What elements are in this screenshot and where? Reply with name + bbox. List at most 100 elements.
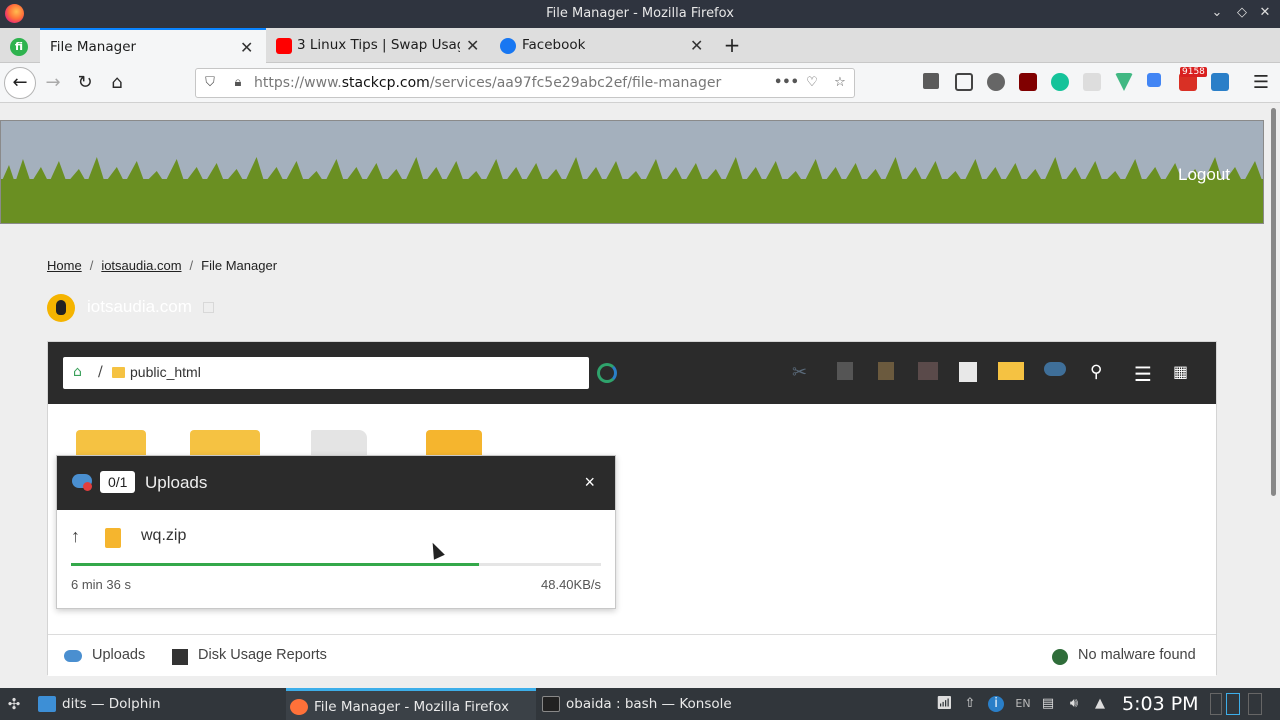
desktop-pager-3[interactable]	[1248, 693, 1262, 715]
scrollbar-thumb[interactable]	[1271, 108, 1276, 496]
reload-icon[interactable]: ↻	[73, 71, 97, 95]
breadcrumb-domain[interactable]: iotsaudia.com	[101, 258, 181, 273]
accessibility-icon[interactable]: i	[988, 696, 1004, 712]
folder-icon	[112, 367, 125, 378]
folder-item[interactable]	[76, 430, 146, 456]
page-actions-icon[interactable]: •••	[774, 75, 799, 90]
terminal-icon	[542, 696, 560, 712]
pocket-icon[interactable]: ♡	[803, 75, 821, 90]
uploads-popup-title: Uploads	[145, 473, 208, 492]
task-label: File Manager - Mozilla Firefox	[314, 699, 509, 715]
breadcrumb-current: File Manager	[201, 258, 278, 273]
extension-icon[interactable]	[1083, 73, 1101, 91]
upload-count-badge: 0/1	[100, 471, 136, 493]
home-folder-icon[interactable]: ⌂	[73, 365, 87, 379]
list-view-icon[interactable]: ☰	[1134, 362, 1156, 386]
path-bar[interactable]: ⌂ / public_html	[63, 357, 589, 389]
firefox-icon	[290, 699, 308, 715]
vue-devtools-icon[interactable]	[1115, 73, 1133, 91]
minimize-icon[interactable]: ⌄	[1208, 5, 1226, 20]
lock-icon[interactable]: 🔒︎	[229, 75, 247, 90]
new-folder-icon[interactable]	[998, 362, 1024, 380]
external-link-icon[interactable]	[203, 302, 214, 313]
updates-icon[interactable]: ⇧	[962, 696, 978, 712]
maximize-icon[interactable]: ◇	[1233, 5, 1251, 20]
task-konsole[interactable]: obaida : bash — Konsole	[538, 688, 788, 720]
tab-linux-tips[interactable]: 3 Linux Tips | Swap Usage ✕	[266, 28, 490, 63]
shield-icon[interactable]: ⛉	[201, 75, 219, 90]
desktop-pager-1[interactable]	[1210, 693, 1222, 715]
home-icon[interactable]: ⌂	[105, 71, 129, 95]
task-firefox[interactable]: File Manager - Mozilla Firefox	[286, 688, 536, 720]
file-item[interactable]	[311, 430, 367, 456]
uploads-link[interactable]: Uploads	[92, 647, 145, 663]
keyboard-layout[interactable]: EN	[1012, 696, 1034, 712]
header-banner: Logout	[0, 120, 1264, 224]
close-window-icon[interactable]: ✕	[1256, 5, 1274, 20]
close-tab-icon[interactable]: ✕	[240, 38, 253, 57]
volume-icon[interactable]: 🔊︎	[1066, 696, 1082, 712]
close-icon[interactable]: ×	[584, 472, 595, 493]
domain-title: iotsaudia.com	[87, 297, 192, 316]
wifi-icon[interactable]: 📶︎	[936, 696, 953, 712]
delete-icon[interactable]	[918, 362, 938, 380]
grid-view-icon[interactable]: ▦	[1173, 362, 1195, 382]
sync-icon[interactable]	[1211, 73, 1229, 91]
upload-cloud-icon[interactable]	[1044, 362, 1066, 376]
account-icon[interactable]	[987, 73, 1005, 91]
new-file-icon[interactable]	[959, 362, 977, 382]
upload-time-remaining: 6 min 36 s	[71, 577, 131, 592]
uploads-popup: 0/1 Uploads × ↑ wq.zip 6 min 36 s 48.40K…	[56, 455, 616, 609]
grammarly-icon[interactable]	[1051, 73, 1069, 91]
zip-file-icon	[105, 528, 121, 548]
folder-item[interactable]	[190, 430, 260, 456]
pinned-tab-icon[interactable]: fi	[10, 38, 28, 56]
grass-ground	[1, 179, 1263, 223]
tab-label: Facebook	[522, 37, 586, 53]
file-manager-footer: Uploads Disk Usage Reports No malware fo…	[48, 634, 1216, 676]
window-titlebar: File Manager - Mozilla Firefox ⌄ ◇ ✕	[0, 0, 1280, 28]
url-bar[interactable]: ⛉ 🔒︎ https://www.stackcp.com/services/aa…	[195, 68, 855, 98]
close-tab-icon[interactable]: ✕	[466, 36, 479, 55]
path-separator: /	[98, 364, 103, 380]
sidebar-icon[interactable]	[955, 73, 973, 91]
clock[interactable]: 5:03 PM	[1122, 693, 1199, 715]
tab-file-manager[interactable]: File Manager ✕	[40, 28, 266, 63]
menu-icon[interactable]: ☰	[1249, 71, 1273, 95]
breadcrumb-home[interactable]: Home	[47, 258, 82, 273]
youtube-icon	[276, 38, 292, 54]
zip-file-item[interactable]	[426, 430, 482, 456]
search-icon[interactable]: ⚲	[1090, 362, 1112, 382]
bookmark-star-icon[interactable]: ☆	[831, 75, 849, 90]
translate-icon[interactable]	[1147, 73, 1161, 87]
clipboard-icon[interactable]: ▤	[1040, 696, 1056, 712]
tray-expand-icon[interactable]: ▲	[1092, 696, 1108, 712]
url-text: https://www.stackcp.com/services/aa97fc5…	[254, 75, 722, 91]
ublock-icon[interactable]	[1019, 73, 1037, 91]
tab-label: 3 Linux Tips | Swap Usage	[297, 37, 460, 53]
task-dolphin[interactable]: dits — Dolphin	[34, 688, 284, 720]
desktop-pager-2[interactable]	[1226, 693, 1240, 715]
refresh-icon[interactable]	[597, 363, 617, 383]
app-launcher-icon[interactable]: ✣	[6, 696, 22, 712]
upload-file-name: wq.zip	[141, 527, 187, 544]
disk-usage-link[interactable]: Disk Usage Reports	[198, 647, 327, 663]
new-tab-icon[interactable]: +	[722, 33, 742, 57]
upload-speed: 48.40KB/s	[541, 577, 601, 592]
back-icon[interactable]: ←	[4, 67, 36, 99]
dolphin-icon	[38, 696, 56, 712]
facebook-icon	[500, 38, 516, 54]
current-folder[interactable]: public_html	[130, 364, 201, 380]
tab-label: File Manager	[50, 39, 137, 55]
logout-link[interactable]: Logout	[1178, 165, 1230, 185]
library-icon[interactable]	[923, 73, 939, 89]
forward-icon[interactable]: →	[41, 71, 65, 95]
disk-usage-icon	[172, 649, 188, 665]
copy-icon[interactable]	[837, 362, 853, 380]
upload-progress-fill	[71, 563, 480, 566]
close-tab-icon[interactable]: ✕	[690, 36, 703, 55]
cut-icon[interactable]: ✂	[792, 362, 814, 383]
tab-facebook[interactable]: Facebook ✕	[490, 28, 716, 63]
paste-icon[interactable]	[878, 362, 894, 380]
upload-arrow-icon: ↑	[71, 526, 80, 546]
